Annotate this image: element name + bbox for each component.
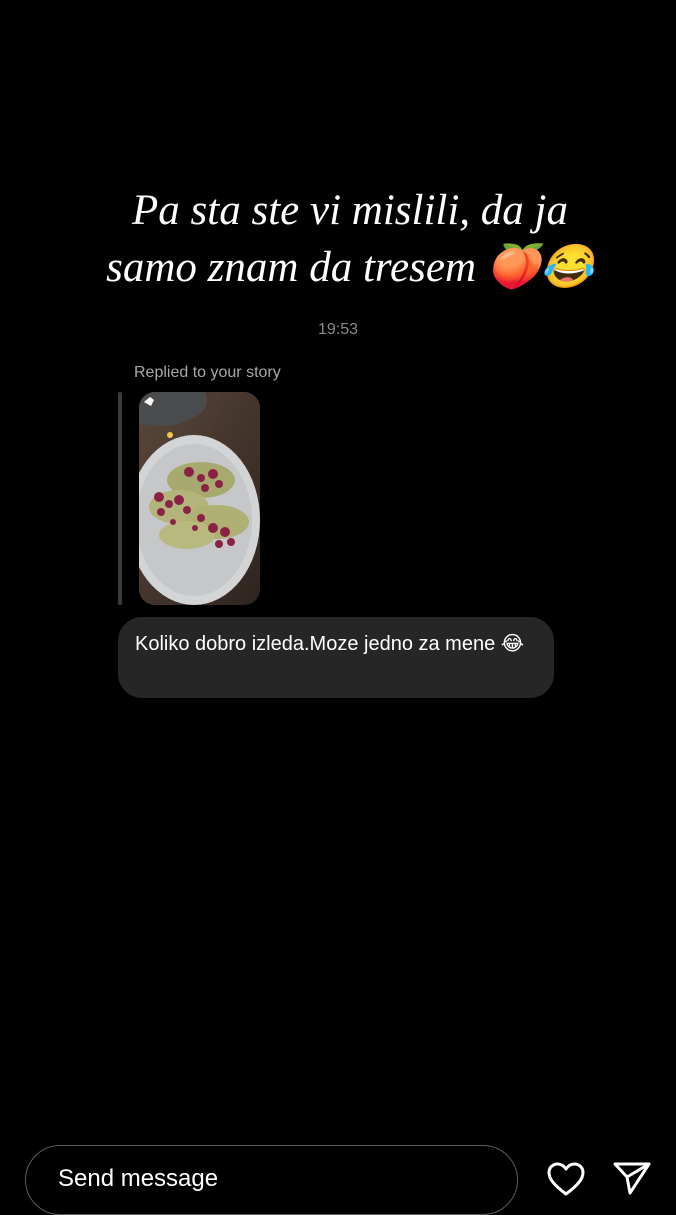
story-caption: Pa sta ste vi mislili, da ja samo znam d… — [80, 182, 620, 296]
reply-context-label: Replied to your story — [134, 364, 281, 381]
story-caption-line-2: samo znam da tresem 🍑😂 — [106, 244, 594, 291]
message-bubble[interactable]: Koliko dobro izleda.Moze jedno za mene 😂 — [118, 617, 554, 698]
heart-icon[interactable] — [546, 1160, 586, 1200]
story-caption-line-1: Pa sta ste vi mislili, da ja — [132, 187, 568, 234]
message-composer[interactable] — [25, 1145, 518, 1215]
message-input[interactable] — [58, 1164, 478, 1194]
food-photo-icon — [139, 392, 260, 605]
reply-indicator-bar — [118, 392, 122, 605]
story-thumbnail[interactable] — [139, 392, 260, 605]
message-timestamp: 19:53 — [317, 321, 359, 338]
send-icon[interactable] — [612, 1160, 652, 1200]
